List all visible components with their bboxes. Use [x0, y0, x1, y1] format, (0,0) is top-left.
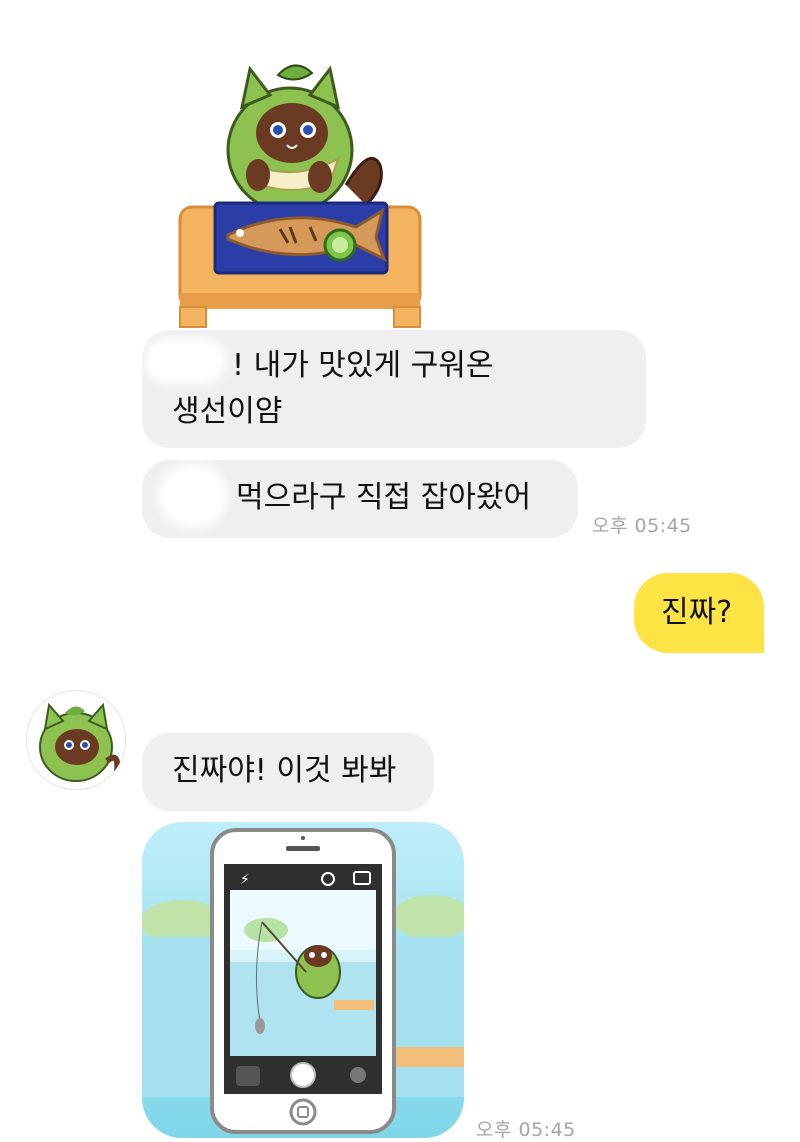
cat-avatar-icon — [39, 702, 121, 782]
message-timestamp: 오후 05:45 — [476, 1119, 576, 1141]
message-bubble-received[interactable]: 먹으라구 직접 잡아왔어 — [142, 460, 578, 538]
message-timestamp: 오후 05:45 — [592, 515, 692, 537]
avatar[interactable] — [26, 690, 126, 790]
message-bubble-received[interactable]: 진짜야! 이것 봐봐 — [142, 733, 434, 811]
phone-sticker[interactable]: ⚡ — [140, 822, 472, 1138]
message-bubble-sent[interactable]: 진짜? — [634, 573, 764, 653]
message-text: 진짜? — [661, 595, 733, 630]
redacted-name-blur — [150, 344, 220, 378]
message-text-line: ! 내가 맛있게 구워온 — [232, 348, 494, 383]
message-text-line: 생선이얌 — [172, 394, 283, 429]
message-text: 진짜야! 이것 봐봐 — [172, 753, 397, 788]
cat-phone-fishing-sticker-icon: ⚡ — [140, 822, 472, 1138]
message-bubble-received[interactable]: ! 내가 맛있게 구워온 생선이얌 — [142, 330, 646, 448]
cat-fish-sticker-icon — [178, 64, 422, 328]
svg-text:⚡: ⚡ — [240, 872, 250, 888]
redacted-name-blur — [164, 470, 222, 522]
message-text: 먹으라구 직접 잡아왔어 — [236, 480, 532, 515]
fish-sticker[interactable] — [170, 55, 430, 330]
